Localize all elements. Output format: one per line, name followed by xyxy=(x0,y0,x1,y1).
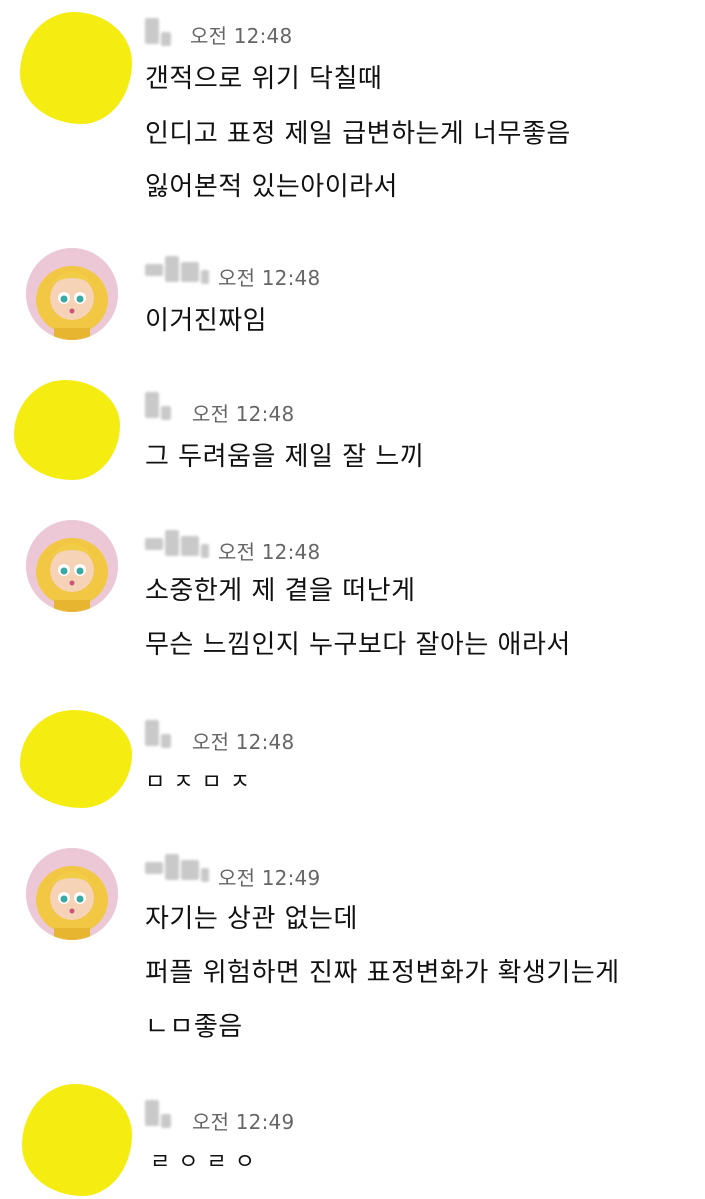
chat-message: 오전 12:48 이거진짜임 xyxy=(0,240,705,350)
chat-message: 오전 12:48 소중한게 제 곁을 떠난게 무슨 느낌인지 누구보다 잘아는 … xyxy=(0,512,705,672)
sender-name-redacted xyxy=(145,18,171,48)
message-time: 오전 12:48 xyxy=(192,402,295,426)
avatar[interactable] xyxy=(14,380,120,480)
message-text: 소중한게 제 곁을 떠난게 xyxy=(145,576,416,606)
message-text: ㄴㅁ좋음 xyxy=(145,1012,243,1042)
avatar[interactable] xyxy=(22,1084,132,1196)
cartoon-girl-avatar-icon xyxy=(26,248,118,340)
avatar[interactable] xyxy=(20,12,132,124)
message-text: 인디고 표정 제일 급변하는게 너무좋음 xyxy=(145,119,571,149)
message-text: ㄹㅇㄹㅇ xyxy=(150,1150,263,1175)
avatar[interactable] xyxy=(26,248,118,340)
avatar[interactable] xyxy=(26,520,118,612)
chat-message: 오전 12:48 ㅁㅈㅁㅈ xyxy=(0,704,705,814)
chat-message: 오전 12:49 자기는 상관 없는데 퍼플 위험하면 진짜 표정변화가 확생기… xyxy=(0,838,705,1048)
message-text: 퍼플 위험하면 진짜 표정변화가 확생기는게 xyxy=(145,958,620,988)
sender-name-redacted xyxy=(145,854,209,884)
message-text: 이거진짜임 xyxy=(145,306,268,336)
chat-message: 오전 12:48 그 두려움을 제일 잘 느끼 xyxy=(0,372,705,482)
sender-name-redacted xyxy=(145,256,209,286)
cartoon-girl-avatar-icon xyxy=(26,520,118,612)
message-text: 그 두려움을 제일 잘 느끼 xyxy=(145,442,425,472)
chat-message: 오전 12:48 갠적으로 위기 닥칠때 인디고 표정 제일 급변하는게 너무좋… xyxy=(0,0,705,230)
sender-name-redacted xyxy=(145,720,171,750)
message-time: 오전 12:49 xyxy=(192,1110,295,1134)
message-time: 오전 12:48 xyxy=(218,540,321,564)
avatar[interactable] xyxy=(26,848,118,940)
message-time: 오전 12:48 xyxy=(190,24,293,48)
message-text: 잃어본적 있는아이라서 xyxy=(145,172,398,202)
message-text: 자기는 상관 없는데 xyxy=(145,904,358,934)
message-text: 갠적으로 위기 닥칠때 xyxy=(145,64,383,94)
message-time: 오전 12:49 xyxy=(218,866,321,890)
sender-name-redacted xyxy=(145,1100,171,1130)
message-text: ㅁㅈㅁㅈ xyxy=(145,770,258,795)
message-time: 오전 12:48 xyxy=(192,730,295,754)
chat-message: 오전 12:49 ㄹㅇㄹㅇ xyxy=(0,1078,705,1199)
avatar[interactable] xyxy=(20,710,132,808)
message-text: 무슨 느낌인지 누구보다 잘아는 애라서 xyxy=(145,630,571,660)
cartoon-girl-avatar-icon xyxy=(26,848,118,940)
sender-name-redacted xyxy=(145,392,171,422)
sender-name-redacted xyxy=(145,530,209,560)
message-time: 오전 12:48 xyxy=(218,266,321,290)
